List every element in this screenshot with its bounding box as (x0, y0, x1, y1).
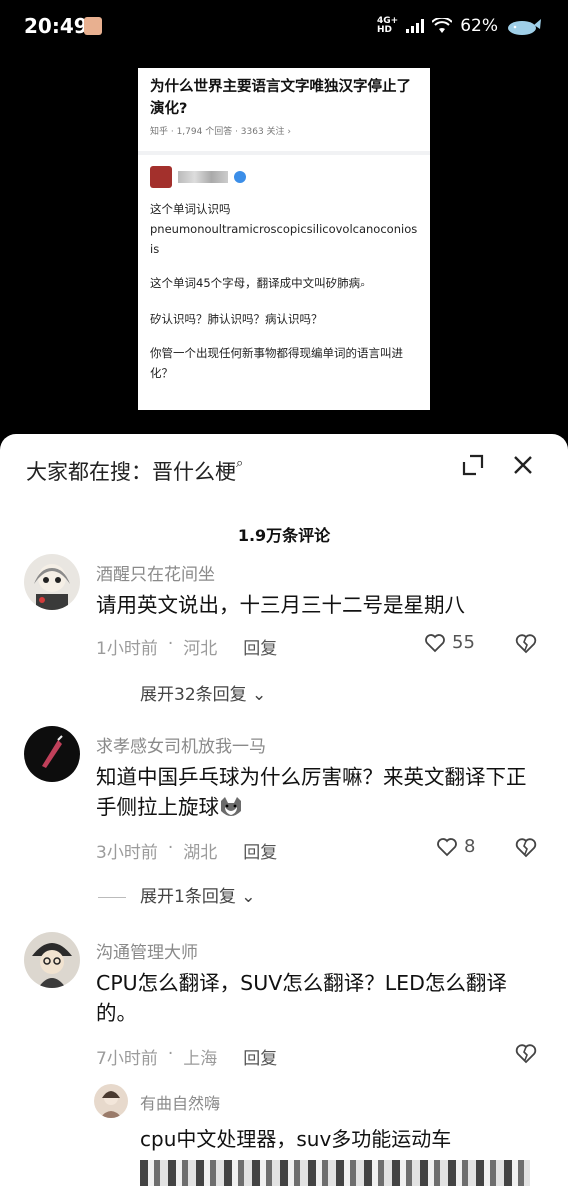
heart-icon (425, 633, 445, 652)
dog-emoji-icon (219, 797, 243, 819)
meta-dot: · (167, 1044, 174, 1064)
broken-heart-icon[interactable] (514, 1042, 538, 1066)
network-badge: 4G+ HD (377, 17, 398, 35)
comment-time: 3小时前 (96, 843, 158, 863)
network-hd: HD (377, 25, 393, 35)
close-icon[interactable] (512, 454, 534, 476)
embed-line: 这个单词认识吗 (150, 202, 231, 216)
like-count: 8 (464, 836, 476, 857)
embedded-screenshot: 为什么世界主要语言文字唯独汉字停止了演化? 知乎 · 1,794 个回答 · 3… (138, 68, 430, 410)
embed-line: 这个单词45个字母，翻译成中文叫矽肺病⌕ (150, 273, 418, 295)
chevron-down-icon: ⌄ (241, 887, 256, 907)
embed-author (150, 165, 418, 189)
username[interactable]: 酒醒只在花间坐 (96, 560, 215, 585)
search-icon: ⌕ (236, 456, 244, 471)
whale-battery-icon (508, 19, 541, 35)
status-indicators: 4G+ HD 62% (377, 15, 542, 37)
like-button[interactable]: 8 (436, 836, 475, 857)
embed-avatar (150, 166, 172, 188)
battery-percent: 62% (460, 16, 498, 36)
embed-question: 为什么世界主要语言文字唯独汉字停止了演化? (150, 79, 411, 117)
avatar[interactable] (94, 1084, 128, 1118)
reply-button[interactable]: 回复 (243, 634, 277, 659)
broken-heart-icon[interactable] (514, 632, 538, 656)
trending-search-link[interactable]: 大家都在搜：晋什么梗⌕ (26, 456, 243, 486)
obscured-text (140, 1160, 530, 1186)
comment-location: 湖北 (183, 843, 218, 863)
meta-dot: · (167, 634, 174, 654)
status-time: 20:49 (24, 14, 88, 38)
avatar[interactable] (24, 932, 80, 988)
comment-meta: 3小时前 · 湖北 回复 (96, 838, 277, 863)
divider-line (98, 896, 126, 898)
app-notification-icon (84, 17, 102, 35)
embed-meta: 知乎 · 1,794 个回答 · 3363 关注 › (150, 127, 292, 137)
embed-answer-text: 这个单词认识吗 pneumonoultramicroscopicsilicovo… (150, 199, 418, 383)
username[interactable]: 有曲自然嗨 (140, 1090, 220, 1114)
comment-location: 上海 (183, 1049, 218, 1069)
wifi-icon (432, 18, 453, 33)
signal-icon (406, 19, 425, 33)
avatar[interactable] (24, 554, 80, 610)
avatar[interactable] (24, 726, 80, 782)
search-icon: ⌕ (360, 280, 366, 290)
embed-line-text: 这个单词45个字母，翻译成中文叫矽肺病 (150, 276, 361, 290)
like-count: 55 (452, 632, 475, 653)
reply-button[interactable]: 回复 (243, 1044, 277, 1069)
embed-author-name-blurred (178, 171, 228, 183)
comment-meta: 1小时前 · 河北 回复 (96, 634, 277, 659)
username[interactable]: 求孝感女司机放我一马 (96, 732, 266, 757)
username[interactable]: 沟通管理大师 (96, 938, 198, 963)
embed-divider (138, 151, 430, 155)
embed-line: 矽认识吗？肺认识吗？病认识吗？ (150, 312, 323, 326)
expand-icon[interactable] (462, 454, 484, 476)
chevron-down-icon: ⌄ (252, 685, 267, 705)
comment-text: 请用英文说出，十三月三十二号是星期八 (96, 593, 465, 617)
expand-replies-button[interactable]: 展开32条回复 ⌄ (140, 680, 266, 705)
embed-line: pneumonoultramicroscopicsilicovolcanocon… (150, 222, 418, 256)
comments-count: 1.9万条评论 (237, 526, 331, 545)
reply-button[interactable]: 回复 (243, 838, 277, 863)
comment-text: cpu中文处理器，suv多功能运动车 (140, 1127, 452, 1151)
expand-replies-label: 展开1条回复 (140, 887, 236, 907)
comment-text-body: 知道中国乒乓球为什么厉害嘛？来英文翻译下正手侧拉上旋球 (96, 765, 527, 819)
trending-search-text: 大家都在搜：晋什么梗 (26, 460, 236, 484)
heart-icon (437, 837, 457, 856)
comment-text: CPU怎么翻译，SUV怎么翻译？LED怎么翻译的。 (96, 971, 507, 1025)
verified-badge-icon (234, 171, 246, 183)
comment-meta: 7小时前 · 上海 回复 (96, 1044, 277, 1069)
status-bar: 20:49 4G+ HD 62% (0, 0, 568, 56)
comment-time: 1小时前 (96, 639, 158, 659)
like-button[interactable]: 55 (424, 632, 475, 653)
comment-text: 知道中国乒乓球为什么厉害嘛？来英文翻译下正手侧拉上旋球 (96, 762, 536, 822)
expand-replies-button[interactable]: 展开1条回复 ⌄ (98, 882, 256, 907)
expand-replies-label: 展开32条回复 (140, 685, 247, 705)
comment-sheet: 大家都在搜：晋什么梗⌕ 1.9万条评论 酒醒只在花间坐 请用英文说出，十三月三十… (0, 434, 568, 1200)
comment-time: 7小时前 (96, 1049, 158, 1069)
embed-line: 你管一个出现任何新事物都得现编单词的语言叫进化？ (150, 346, 403, 380)
broken-heart-icon[interactable] (514, 836, 538, 860)
meta-dot: · (167, 838, 174, 858)
comment-location: 河北 (183, 639, 218, 659)
